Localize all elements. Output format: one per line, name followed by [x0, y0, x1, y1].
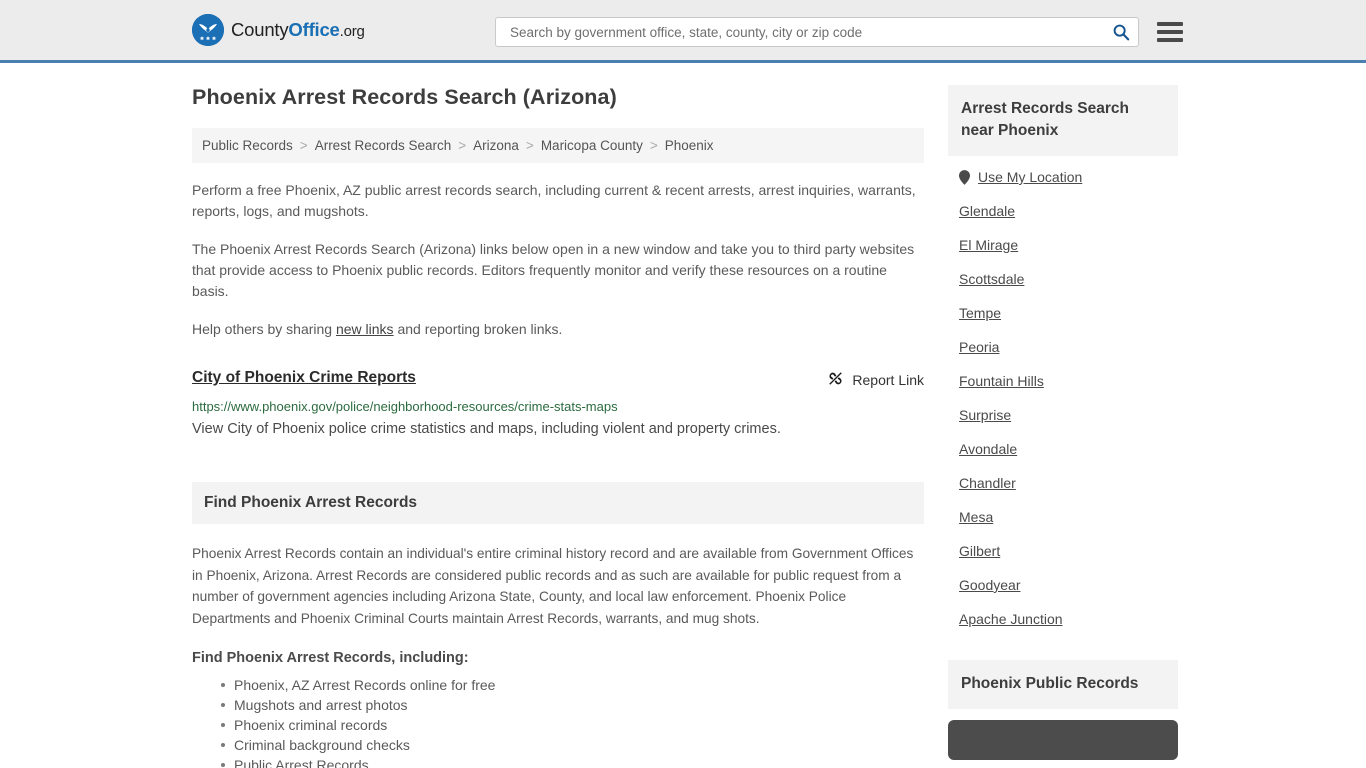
site-header: CountyOffice.org: [0, 0, 1366, 63]
main-content: Phoenix Arrest Records Search (Arizona) …: [192, 85, 924, 768]
sidebar-item-peoria[interactable]: Peoria: [959, 330, 1178, 364]
sidebar-city-link[interactable]: Apache Junction: [959, 611, 1063, 627]
sidebar-city-link[interactable]: Fountain Hills: [959, 373, 1044, 389]
sidebar-city-link[interactable]: Glendale: [959, 203, 1015, 219]
sidebar-item-avondale[interactable]: Avondale: [959, 432, 1178, 466]
sidebar-heading-nearby: Arrest Records Search near Phoenix: [948, 85, 1178, 156]
breadcrumb-item-arrest-records-search[interactable]: Arrest Records Search: [315, 138, 452, 153]
hamburger-bar: [1157, 30, 1183, 34]
sidebar-item-use-my-location[interactable]: Use My Location: [959, 160, 1178, 194]
sidebar-city-link[interactable]: Peoria: [959, 339, 999, 355]
list-item: Mugshots and arrest photos: [221, 695, 924, 715]
sidebar-item-chandler[interactable]: Chandler: [959, 466, 1178, 500]
header-search-area: [495, 17, 1183, 47]
section-heading-find-arrest-records: Find Phoenix Arrest Records: [192, 482, 924, 524]
section-subheading: Find Phoenix Arrest Records, including:: [192, 650, 469, 666]
logo-text-county: County: [231, 19, 289, 40]
breadcrumb-item-phoenix: Phoenix: [664, 138, 714, 153]
sidebar-city-link[interactable]: Goodyear: [959, 577, 1020, 593]
search-box[interactable]: [495, 17, 1139, 47]
result-entry: City of Phoenix Crime Reports Report Lin…: [192, 369, 924, 439]
sidebar-city-link[interactable]: Surprise: [959, 407, 1011, 423]
sidebar-item-tempe[interactable]: Tempe: [959, 296, 1178, 330]
logo-text-org: .org: [339, 23, 365, 40]
sidebar-item-el-mirage[interactable]: El Mirage: [959, 228, 1178, 262]
logo-text-office: Office: [288, 19, 340, 40]
page-title: Phoenix Arrest Records Search (Arizona): [192, 85, 617, 109]
page-container: Phoenix Arrest Records Search (Arizona) …: [0, 63, 1366, 768]
sidebar-item-scottsdale[interactable]: Scottsdale: [959, 262, 1178, 296]
sidebar-item-fountain-hills[interactable]: Fountain Hills: [959, 364, 1178, 398]
sidebar-heading-public-records: Phoenix Public Records: [948, 660, 1178, 709]
use-my-location-link[interactable]: Use My Location: [978, 169, 1082, 185]
intro-paragraph-1: Perform a free Phoenix, AZ public arrest…: [192, 182, 916, 219]
result-description: View City of Phoenix police crime statis…: [192, 421, 781, 437]
sidebar-city-link[interactable]: Gilbert: [959, 543, 1000, 559]
breadcrumb-separator-icon: >: [458, 138, 467, 153]
site-logo[interactable]: CountyOffice.org: [192, 14, 365, 46]
sidebar-city-link[interactable]: Tempe: [959, 305, 1001, 321]
broken-link-icon: [827, 370, 844, 390]
intro-para3-before: Help others by sharing: [192, 321, 336, 337]
breadcrumb: Public Records > Arrest Records Search >…: [192, 128, 924, 163]
intro-para3-after: and reporting broken links.: [393, 321, 563, 337]
search-input[interactable]: [508, 23, 1112, 41]
list-item: Phoenix criminal records: [221, 715, 924, 735]
breadcrumb-separator-icon: >: [525, 138, 534, 153]
list-item: Phoenix, AZ Arrest Records online for fr…: [221, 675, 924, 695]
breadcrumb-item-maricopa-county[interactable]: Maricopa County: [541, 138, 643, 153]
result-entry-header: City of Phoenix Crime Reports Report Lin…: [192, 369, 924, 390]
hamburger-bar: [1157, 38, 1183, 42]
sidebar-item-mesa[interactable]: Mesa: [959, 500, 1178, 534]
breadcrumb-separator-icon: >: [299, 138, 308, 153]
breadcrumb-item-arizona[interactable]: Arizona: [473, 138, 519, 153]
hamburger-bar: [1157, 22, 1183, 26]
eagle-seal-logo-icon: [192, 14, 224, 46]
site-logo-text: CountyOffice.org: [231, 19, 365, 41]
hamburger-menu-icon[interactable]: [1157, 22, 1183, 42]
list-item: Public Arrest Records: [221, 755, 924, 768]
sidebar-city-list: Use My Location Glendale El Mirage Scott…: [948, 160, 1178, 636]
result-title-link[interactable]: City of Phoenix Crime Reports: [192, 369, 416, 387]
arrest-records-bullet-list: Phoenix, AZ Arrest Records online for fr…: [192, 675, 924, 768]
sidebar-city-link[interactable]: Scottsdale: [959, 271, 1024, 287]
report-link-button[interactable]: Report Link: [827, 369, 924, 390]
sidebar-city-link[interactable]: Avondale: [959, 441, 1017, 457]
sidebar-item-apache-junction[interactable]: Apache Junction: [959, 602, 1178, 636]
sidebar-item-goodyear[interactable]: Goodyear: [959, 568, 1178, 602]
intro-paragraph-2: The Phoenix Arrest Records Search (Arizo…: [192, 241, 915, 299]
sidebar-cta-panel[interactable]: [948, 720, 1178, 760]
breadcrumb-item-public-records[interactable]: Public Records: [202, 138, 293, 153]
breadcrumb-separator-icon: >: [649, 138, 658, 153]
list-item: Criminal background checks: [221, 735, 924, 755]
section-body: Phoenix Arrest Records contain an indivi…: [192, 543, 924, 768]
sidebar-city-link[interactable]: Chandler: [959, 475, 1016, 491]
sidebar: Arrest Records Search near Phoenix Use M…: [948, 85, 1178, 768]
search-icon[interactable]: [1112, 23, 1130, 41]
sidebar-item-surprise[interactable]: Surprise: [959, 398, 1178, 432]
new-links-link[interactable]: new links: [336, 321, 394, 337]
intro-paragraph-3: Help others by sharing new links and rep…: [192, 319, 924, 340]
map-pin-icon: [959, 169, 970, 185]
report-link-label: Report Link: [852, 372, 924, 388]
sidebar-city-link[interactable]: El Mirage: [959, 237, 1018, 253]
section-paragraph: Phoenix Arrest Records contain an indivi…: [192, 546, 914, 626]
sidebar-item-glendale[interactable]: Glendale: [959, 194, 1178, 228]
result-url: https://www.phoenix.gov/police/neighborh…: [192, 399, 618, 414]
sidebar-item-gilbert[interactable]: Gilbert: [959, 534, 1178, 568]
sidebar-city-link[interactable]: Mesa: [959, 509, 993, 525]
intro-text: Perform a free Phoenix, AZ public arrest…: [192, 180, 924, 340]
